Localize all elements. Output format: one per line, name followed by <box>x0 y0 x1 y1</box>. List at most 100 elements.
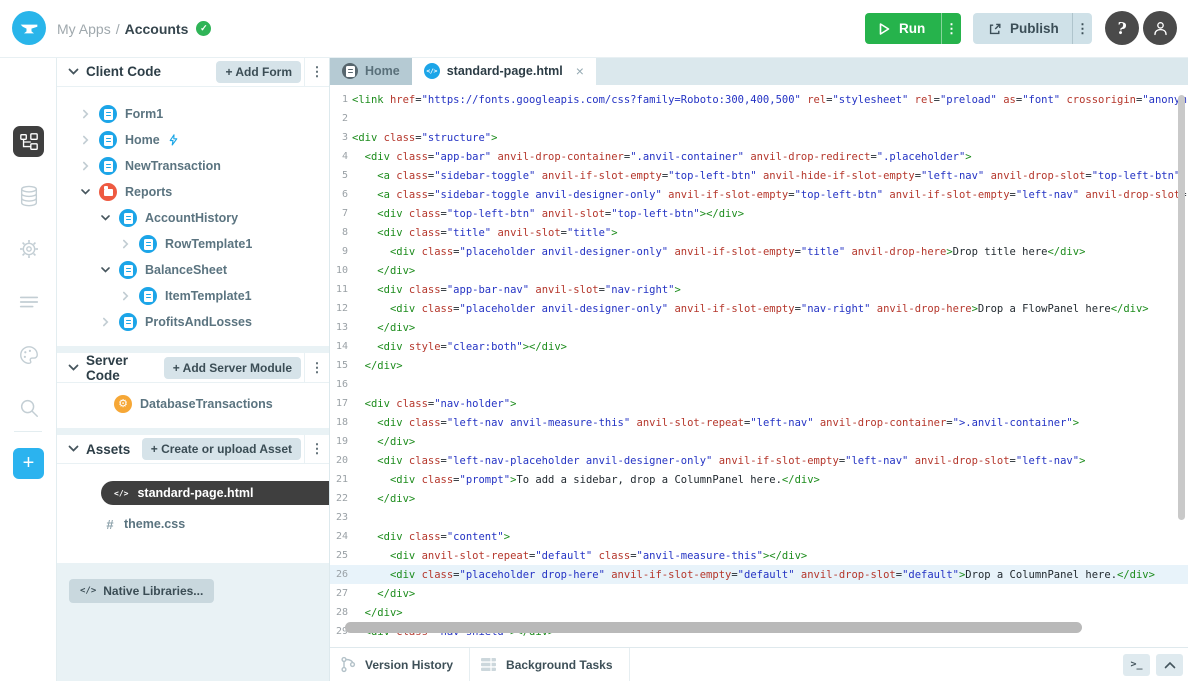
anvil-logo-icon[interactable] <box>12 11 46 45</box>
status-bar-right: >_ <box>1123 648 1188 681</box>
breadcrumb-my-apps[interactable]: My Apps <box>57 21 111 37</box>
vertical-scrollbar[interactable] <box>1178 95 1185 520</box>
asset-item-theme.css[interactable]: #theme.css <box>57 511 329 537</box>
add-form-button[interactable]: + Add Form <box>216 61 301 83</box>
tree-item-rowtemplate1[interactable]: RowTemplate1 <box>57 231 329 257</box>
code-line[interactable]: 5 <a class="sidebar-toggle" anvil-if-slo… <box>330 166 1188 185</box>
asset-item-standard-page.html[interactable]: </>standard-page.html <box>101 481 329 505</box>
run-button[interactable]: Run ⋮ <box>865 13 961 44</box>
help-button[interactable]: ? <box>1105 11 1139 45</box>
publish-button[interactable]: Publish ⋮ <box>973 13 1092 44</box>
code-line[interactable]: 22 </div> <box>330 489 1188 508</box>
code-line[interactable]: 1<link href="https://fonts.googleapis.co… <box>330 90 1188 109</box>
version-history-button[interactable]: Version History <box>330 648 470 681</box>
add-new-button[interactable]: + <box>13 448 44 479</box>
assets-list: </>standard-page.html #theme.css <box>57 464 329 563</box>
code-line[interactable]: 27 </div> <box>330 584 1188 603</box>
tree-item-form1[interactable]: Form1 <box>57 101 329 127</box>
code-line[interactable]: 8 <div class="title" anvil-slot="title"> <box>330 223 1188 242</box>
code-line-text: </div> <box>348 436 415 448</box>
code-line[interactable]: 11 <div class="app-bar-nav" anvil-slot="… <box>330 280 1188 299</box>
code-editor[interactable]: 1<link href="https://fonts.googleapis.co… <box>330 85 1188 648</box>
code-line[interactable]: 19 </div> <box>330 432 1188 451</box>
code-line[interactable]: 15 </div> <box>330 356 1188 375</box>
code-line[interactable]: 10 </div> <box>330 261 1188 280</box>
tree-item-reports[interactable]: Reports <box>57 179 329 205</box>
client-code-menu[interactable]: ⋮ <box>304 57 329 86</box>
chevron-down-icon[interactable] <box>99 265 111 275</box>
code-line[interactable]: 13 </div> <box>330 318 1188 337</box>
code-line[interactable]: 12 <div class="placeholder anvil-designe… <box>330 299 1188 318</box>
code-line[interactable]: 9 <div class="placeholder anvil-designer… <box>330 242 1188 261</box>
asset-item-label: theme.css <box>124 517 185 531</box>
line-number: 20 <box>330 455 348 466</box>
tree-item-newtransaction[interactable]: NewTransaction <box>57 153 329 179</box>
code-line[interactable]: 3<div class="structure"> <box>330 128 1188 147</box>
chevron-down-icon[interactable] <box>68 445 80 453</box>
form-icon <box>119 313 137 331</box>
code-line[interactable]: 21 <div class="prompt">To add a sidebar,… <box>330 470 1188 489</box>
settings-gear-icon[interactable] <box>13 233 44 264</box>
client-code-tree: Form1HomeNewTransactionReportsAccountHis… <box>57 87 329 346</box>
chevron-right-icon[interactable] <box>79 109 91 119</box>
theme-palette-icon[interactable] <box>13 339 44 370</box>
tree-item-home[interactable]: Home <box>57 127 329 153</box>
code-line[interactable]: 26 <div class="placeholder drop-here" an… <box>330 565 1188 584</box>
account-button[interactable] <box>1143 11 1177 45</box>
chevron-down-icon[interactable] <box>68 364 80 372</box>
chevron-right-icon[interactable] <box>119 239 131 249</box>
outline-list-icon[interactable] <box>13 286 44 317</box>
chevron-right-icon[interactable] <box>119 291 131 301</box>
form-icon <box>99 131 117 149</box>
chevron-down-icon[interactable] <box>68 68 80 76</box>
assets-menu[interactable]: ⋮ <box>304 435 329 463</box>
tree-item-itemtemplate1[interactable]: ItemTemplate1 <box>57 283 329 309</box>
chevron-down-icon[interactable] <box>79 187 91 197</box>
server-code-menu[interactable]: ⋮ <box>304 353 329 382</box>
chevron-right-icon[interactable] <box>79 161 91 171</box>
add-server-module-button[interactable]: + Add Server Module <box>164 357 301 379</box>
horizontal-scrollbar[interactable] <box>345 622 1082 633</box>
code-line[interactable]: 23 <box>330 508 1188 527</box>
code-line[interactable]: 2 <box>330 109 1188 128</box>
app-browser-icon[interactable] <box>13 126 44 157</box>
database-icon[interactable] <box>13 180 44 211</box>
server-module-databasetransactions[interactable]: ⚙DatabaseTransactions <box>57 391 329 417</box>
tab-label: Home <box>365 64 400 78</box>
code-line[interactable]: 7 <div class="top-left-btn" anvil-slot="… <box>330 204 1188 223</box>
code-line[interactable]: 28 </div> <box>330 603 1188 622</box>
code-line[interactable]: 14 <div style="clear:both"></div> <box>330 337 1188 356</box>
form-icon <box>139 235 157 253</box>
line-number: 22 <box>330 493 348 504</box>
code-line[interactable]: 4 <div class="app-bar" anvil-drop-contai… <box>330 147 1188 166</box>
code-line[interactable]: 18 <div class="left-nav anvil-measure-th… <box>330 413 1188 432</box>
chevron-right-icon[interactable] <box>99 317 111 327</box>
version-history-icon <box>340 656 356 673</box>
top-bar: My Apps / Accounts ✓ Run ⋮ Publish ⋮ ? <box>0 0 1188 58</box>
close-tab-icon[interactable]: × <box>576 63 584 79</box>
chevron-down-icon[interactable] <box>99 213 111 223</box>
run-options-menu[interactable]: ⋮ <box>942 21 961 37</box>
terminal-button[interactable]: >_ <box>1123 654 1150 676</box>
tree-item-accounthistory[interactable]: AccountHistory <box>57 205 329 231</box>
line-number: 3 <box>330 132 348 143</box>
tree-item-profitsandlosses[interactable]: ProfitsAndLosses <box>57 309 329 335</box>
chevron-right-icon[interactable] <box>79 135 91 145</box>
native-libraries-button[interactable]: </> Native Libraries... <box>69 579 214 603</box>
create-or-upload-asset-button[interactable]: + Create or upload Asset <box>142 438 301 460</box>
background-tasks-button[interactable]: Background Tasks <box>470 648 629 681</box>
tab-home[interactable]: Home <box>330 57 412 85</box>
app-browser-panel: Client Code + Add Form ⋮ Form1HomeNewTra… <box>57 57 330 681</box>
code-line[interactable]: 25 <div anvil-slot-repeat="default" clas… <box>330 546 1188 565</box>
code-line[interactable]: 17 <div class="nav-holder"> <box>330 394 1188 413</box>
code-line[interactable]: 16 <box>330 375 1188 394</box>
code-line[interactable]: 20 <div class="left-nav-placeholder anvi… <box>330 451 1188 470</box>
tab-standard-page.html[interactable]: </>standard-page.html× <box>412 57 596 85</box>
code-line[interactable]: 24 <div class="content"> <box>330 527 1188 546</box>
publish-options-menu[interactable]: ⋮ <box>1073 21 1092 37</box>
search-icon[interactable] <box>13 392 44 423</box>
collapse-panel-button[interactable] <box>1156 654 1183 676</box>
code-line[interactable]: 6 <a class="sidebar-toggle anvil-designe… <box>330 185 1188 204</box>
tree-item-balancesheet[interactable]: BalanceSheet <box>57 257 329 283</box>
server-code-section-header: Server Code + Add Server Module ⋮ <box>57 353 329 383</box>
